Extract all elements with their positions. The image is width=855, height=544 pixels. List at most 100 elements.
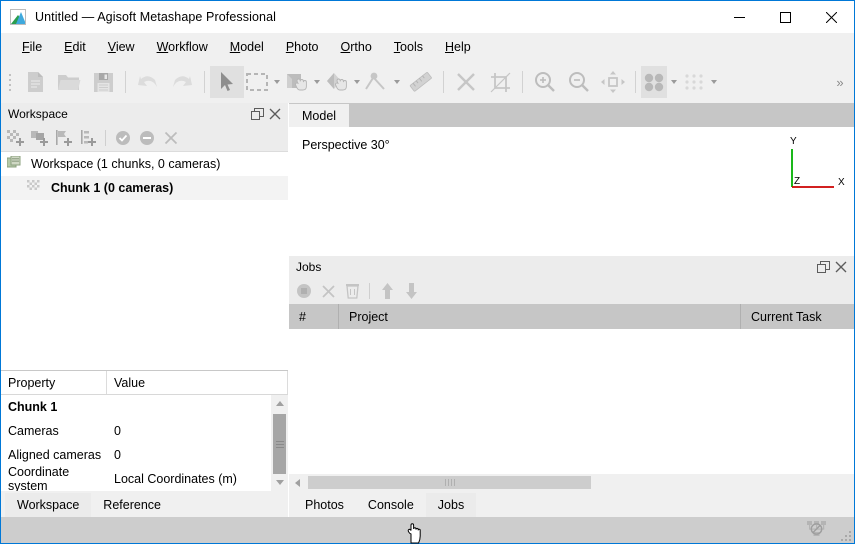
rectangle-selection-button[interactable]	[244, 66, 270, 98]
reset-view-button[interactable]	[596, 66, 630, 98]
main-toolbar: »	[1, 61, 854, 103]
enable-button[interactable]	[112, 127, 134, 149]
disable-button[interactable]	[136, 127, 158, 149]
scroll-up-arrow-icon[interactable]	[271, 395, 288, 412]
menu-photo[interactable]: Photo	[275, 36, 330, 58]
property-row[interactable]: Coordinate system Local Coordinates (m)	[1, 467, 288, 491]
point-density-button[interactable]	[681, 66, 707, 98]
axis-gizmo: Y X Z	[784, 133, 846, 195]
hscrollbar-track[interactable]	[306, 474, 854, 491]
jobs-float-button[interactable]	[814, 258, 832, 276]
property-key: Cameras	[1, 424, 107, 438]
rotate-object-button[interactable]	[324, 66, 350, 98]
zoom-in-button[interactable]	[528, 66, 562, 98]
menu-file[interactable]: File	[11, 36, 53, 58]
move-object-dropdown[interactable]	[310, 66, 324, 98]
point-size-button[interactable]	[641, 66, 667, 98]
toolbar-separator	[522, 71, 523, 93]
menu-workflow[interactable]: Workflow	[146, 36, 219, 58]
rectangle-selection-dropdown[interactable]	[270, 66, 284, 98]
left-dock-tabs: Workspace Reference	[1, 491, 288, 517]
property-vertical-scrollbar[interactable]	[271, 395, 288, 491]
view-tab-bar: Model	[289, 103, 854, 127]
move-object-button[interactable]	[284, 66, 310, 98]
add-chunk-button[interactable]	[5, 127, 27, 149]
value-column-header[interactable]: Value	[107, 371, 288, 394]
workspace-icon	[7, 156, 24, 172]
property-row[interactable]: Chunk 1	[1, 395, 288, 419]
tab-workspace[interactable]: Workspace	[5, 493, 91, 517]
property-column-header[interactable]: Property	[1, 371, 107, 394]
property-row[interactable]: Cameras 0	[1, 419, 288, 443]
menu-model[interactable]: Model	[219, 36, 275, 58]
network-disconnected-icon[interactable]	[807, 521, 826, 541]
tree-item-workspace[interactable]: Workspace (1 chunks, 0 cameras)	[1, 152, 288, 176]
menu-help[interactable]: Help	[434, 36, 482, 58]
add-photos-button[interactable]	[29, 127, 51, 149]
minimize-button[interactable]	[716, 1, 762, 33]
property-key: Aligned cameras	[1, 448, 107, 462]
tab-jobs[interactable]: Jobs	[426, 493, 476, 517]
move-job-up-button[interactable]	[376, 280, 398, 302]
chunk-icon	[27, 180, 44, 196]
move-job-down-button[interactable]	[400, 280, 422, 302]
redo-button[interactable]	[165, 66, 199, 98]
toolbar-overflow-button[interactable]: »	[830, 61, 850, 103]
zoom-out-button[interactable]	[562, 66, 596, 98]
jobs-panel-toolbar	[289, 278, 854, 304]
measure-button[interactable]	[404, 66, 438, 98]
projection-label: Perspective 30°	[302, 138, 390, 152]
property-row[interactable]: Aligned cameras 0	[1, 443, 288, 467]
menu-tools[interactable]: Tools	[383, 36, 434, 58]
menu-ortho[interactable]: Ortho	[330, 36, 383, 58]
jobs-column-project[interactable]: Project	[339, 304, 741, 329]
menu-bar: File Edit View Workflow Model Photo Orth…	[1, 33, 854, 61]
tab-console[interactable]: Console	[356, 493, 426, 517]
save-project-button[interactable]	[86, 66, 120, 98]
svg-text:Z: Z	[794, 176, 800, 187]
cancel-job-button[interactable]	[317, 280, 339, 302]
open-project-button[interactable]	[52, 66, 86, 98]
select-tool-button[interactable]	[210, 66, 244, 98]
hscrollbar-thumb[interactable]	[308, 476, 591, 489]
point-size-dropdown[interactable]	[667, 66, 681, 98]
menu-edit[interactable]: Edit	[53, 36, 97, 58]
close-button[interactable]	[808, 1, 854, 33]
new-project-button[interactable]	[18, 66, 52, 98]
add-markers-button[interactable]	[53, 127, 75, 149]
model-viewport[interactable]: Perspective 30° Y X Z	[289, 127, 854, 255]
point-density-dropdown[interactable]	[707, 66, 721, 98]
menu-view[interactable]: View	[97, 36, 146, 58]
workspace-close-button[interactable]	[266, 105, 284, 123]
scroll-left-arrow-icon[interactable]	[289, 479, 306, 487]
maximize-button[interactable]	[762, 1, 808, 33]
property-table: Property Value Chunk 1 Cameras 0 Aligned…	[1, 370, 288, 491]
crop-selection-button[interactable]	[483, 66, 517, 98]
jobs-close-button[interactable]	[832, 258, 850, 276]
delete-selection-button[interactable]	[449, 66, 483, 98]
jobs-table-header: # Project Current Task	[289, 304, 854, 329]
tab-reference[interactable]: Reference	[91, 493, 173, 517]
resize-grip-icon[interactable]	[838, 528, 851, 541]
undo-button[interactable]	[131, 66, 165, 98]
tab-model[interactable]: Model	[289, 104, 349, 127]
scrollbar-track[interactable]	[271, 412, 288, 474]
tree-item-chunk-1[interactable]: Chunk 1 (0 cameras)	[1, 176, 288, 200]
stop-job-button[interactable]	[293, 280, 315, 302]
add-scalebar-button[interactable]	[77, 127, 99, 149]
jobs-horizontal-scrollbar[interactable]	[289, 474, 854, 491]
tab-photos[interactable]: Photos	[293, 493, 356, 517]
toolbar-drag-handle[interactable]	[5, 68, 15, 96]
remove-items-button[interactable]	[160, 127, 182, 149]
svg-text:X: X	[838, 177, 845, 188]
rotate-object-dropdown[interactable]	[350, 66, 364, 98]
workspace-float-button[interactable]	[248, 105, 266, 123]
jobs-column-current-task[interactable]: Current Task	[741, 304, 854, 329]
scrollbar-thumb[interactable]	[273, 414, 286, 474]
scroll-down-arrow-icon[interactable]	[271, 474, 288, 491]
scale-object-button[interactable]	[364, 66, 390, 98]
jobs-column-index[interactable]: #	[289, 304, 339, 329]
jobs-panel: Jobs	[289, 255, 854, 517]
scale-object-dropdown[interactable]	[390, 66, 404, 98]
delete-job-button[interactable]	[341, 280, 363, 302]
